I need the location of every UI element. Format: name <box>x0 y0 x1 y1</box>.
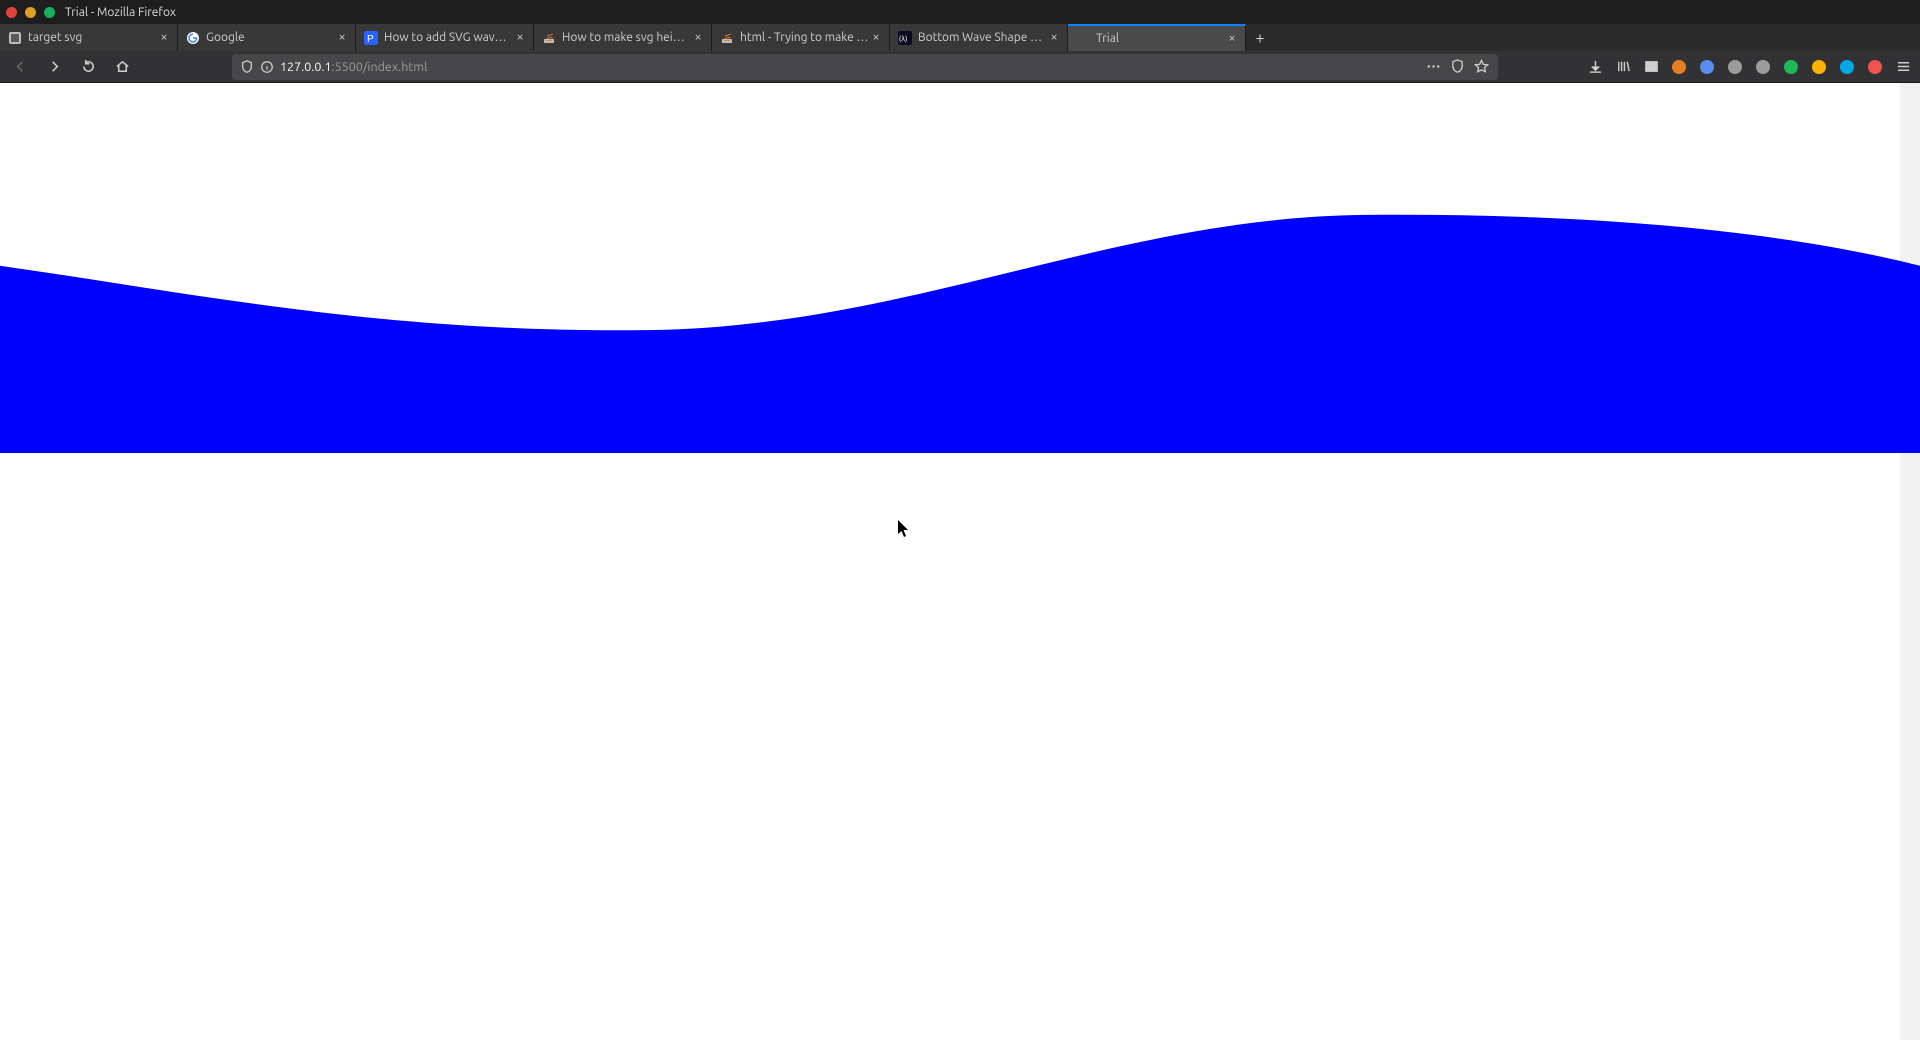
tab-target-svg[interactable]: target svg × <box>0 24 178 51</box>
window-titlebar: Trial - Mozilla Firefox <box>0 0 1920 24</box>
library-icon[interactable] <box>1612 56 1634 78</box>
favicon-stackoverflow-icon <box>542 31 556 45</box>
tab-close-icon[interactable]: × <box>157 31 171 45</box>
extension-icon-7[interactable] <box>1836 56 1858 78</box>
tab-close-icon[interactable]: × <box>513 31 527 45</box>
nav-back-button[interactable] <box>6 54 34 80</box>
tab-label: Trial <box>1096 32 1225 45</box>
tab-trial[interactable]: Trial × <box>1068 24 1246 51</box>
svg-text:P: P <box>367 34 374 45</box>
tab-label: Google <box>206 31 335 44</box>
tab-google[interactable]: Google × <box>178 24 356 51</box>
favicon-stackoverflow-icon <box>720 31 734 45</box>
downloads-icon[interactable] <box>1584 56 1606 78</box>
tracking-shield-icon[interactable] <box>240 60 254 74</box>
tab-label: html - Trying to make SVG <box>740 31 869 44</box>
wave-svg <box>0 213 1920 453</box>
tab-strip: target svg × Google × P How to add SVG w… <box>0 24 1920 51</box>
extension-icon-8[interactable] <box>1864 56 1886 78</box>
toolbar-extensions <box>1584 56 1914 78</box>
tab-label: Bottom Wave Shape Effect <box>918 31 1047 44</box>
extension-icon-1[interactable] <box>1668 56 1690 78</box>
page-actions-icon[interactable] <box>1424 58 1442 76</box>
tab-close-icon[interactable]: × <box>691 31 705 45</box>
nav-forward-button[interactable] <box>40 54 68 80</box>
tab-close-icon[interactable]: × <box>869 31 883 45</box>
sidebar-icon[interactable] <box>1640 56 1662 78</box>
nav-home-button[interactable] <box>108 54 136 80</box>
tab-html-svg[interactable]: html - Trying to make SVG × <box>712 24 890 51</box>
menu-hamburger-icon[interactable] <box>1892 56 1914 78</box>
extension-icon-2[interactable] <box>1696 56 1718 78</box>
tab-close-icon[interactable]: × <box>1225 32 1239 46</box>
tab-bottom-wave[interactable]: (λ) Bottom Wave Shape Effect × <box>890 24 1068 51</box>
svg-text:(λ): (λ) <box>899 36 907 43</box>
extension-icon-3[interactable] <box>1724 56 1746 78</box>
new-tab-button[interactable]: + <box>1246 24 1274 51</box>
url-host: 127.0.0.1 <box>280 60 332 74</box>
url-text: 127.0.0.1:5500/index.html <box>280 60 1418 74</box>
url-path: :5500/index.html <box>332 60 428 74</box>
extension-icon-5[interactable] <box>1780 56 1802 78</box>
navigation-toolbar: 127.0.0.1:5500/index.html <box>0 51 1920 83</box>
favicon-generic-icon <box>8 31 22 45</box>
site-info-icon[interactable] <box>260 60 274 74</box>
tab-label: target svg <box>28 31 157 44</box>
tab-close-icon[interactable]: × <box>1047 31 1061 45</box>
page-viewport <box>0 83 1920 1040</box>
window-controls <box>6 7 55 18</box>
tab-close-icon[interactable]: × <box>335 31 349 45</box>
window-maximize-button[interactable] <box>44 7 55 18</box>
favicon-none-icon <box>1076 32 1090 46</box>
mouse-cursor-icon <box>898 520 910 538</box>
reader-view-save-icon[interactable] <box>1448 58 1466 76</box>
favicon-google-icon <box>186 31 200 45</box>
extension-icon-6[interactable] <box>1808 56 1830 78</box>
extension-icon-4[interactable] <box>1752 56 1774 78</box>
tab-label: How to make svg height sa <box>562 31 691 44</box>
bookmark-star-icon[interactable] <box>1472 58 1490 76</box>
tab-svg-height[interactable]: How to make svg height sa × <box>534 24 712 51</box>
nav-reload-button[interactable] <box>74 54 102 80</box>
tab-label: How to add SVG waves to y <box>384 31 513 44</box>
favicon-freecodecamp-icon: (λ) <box>898 31 912 45</box>
tab-add-svg-waves[interactable]: P How to add SVG waves to y × <box>356 24 534 51</box>
window-title: Trial - Mozilla Firefox <box>65 6 176 19</box>
favicon-p-blue-icon: P <box>364 31 378 45</box>
window-close-button[interactable] <box>6 7 17 18</box>
url-bar[interactable]: 127.0.0.1:5500/index.html <box>232 54 1498 80</box>
window-minimize-button[interactable] <box>25 7 36 18</box>
